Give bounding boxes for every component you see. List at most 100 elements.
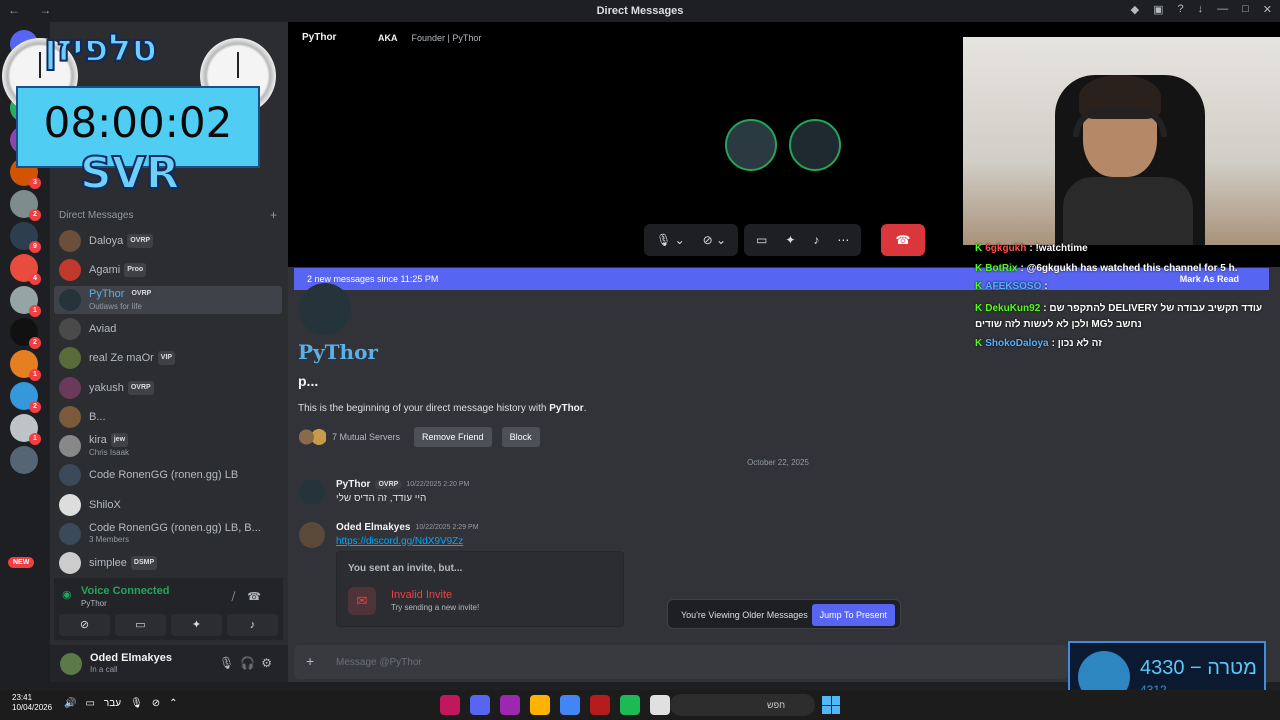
chat-text: : @6gkgukh has watched this channel for …	[1020, 263, 1238, 274]
participant-avatar[interactable]	[725, 119, 777, 171]
avatar[interactable]	[299, 479, 325, 505]
message-author[interactable]: PyThor	[336, 479, 370, 490]
microphone-icon[interactable]: 🎙 ⌄	[656, 233, 685, 247]
disconnect-button[interactable]: ☎	[881, 224, 925, 256]
dm-item[interactable]: real Ze maOr VIP	[54, 344, 282, 372]
server-icon[interactable]	[10, 446, 38, 474]
server-icon[interactable]: 4	[10, 254, 41, 285]
download-icon[interactable]: ↓	[1198, 3, 1204, 16]
remove-friend-button[interactable]: Remove Friend	[414, 427, 492, 447]
app-icon[interactable]	[590, 695, 610, 715]
dm-item[interactable]: Daloya OVRP	[54, 227, 282, 255]
dm-item[interactable]: PyThor OVRP Outlaws for life	[54, 285, 282, 314]
user-tag: OVRP	[127, 234, 154, 248]
mic-icon[interactable]: 🎙	[130, 698, 152, 709]
dm-item[interactable]: Aviad	[54, 315, 282, 343]
jump-to-present-button[interactable]: Jump To Present	[811, 604, 895, 626]
camera-button[interactable]: ⊘	[59, 614, 110, 636]
dm-name: Daloya OVRP	[89, 234, 154, 248]
screenshare-icon[interactable]: ▭	[756, 233, 767, 247]
taskbar-apps	[440, 695, 670, 715]
screenshare-button[interactable]: ▭	[115, 614, 166, 636]
server-icon[interactable]: 1	[10, 414, 41, 445]
server-icon[interactable]: 1	[10, 286, 41, 317]
chat-username: BotRix	[985, 263, 1018, 274]
create-dm-button[interactable]: +	[270, 208, 277, 222]
dm-item[interactable]: kira jew Chris Isaak	[54, 432, 282, 460]
mutual-servers[interactable]: 7 Mutual Servers	[332, 432, 400, 442]
server-icon[interactable]: 2	[10, 382, 41, 413]
system-clock[interactable]: 23:41 10/04/2026	[12, 693, 52, 713]
message-input[interactable]: Message @PyThor	[336, 657, 422, 668]
chat-text: ולכן לא לעשות לזה שודים MGנחשב ל	[975, 319, 1142, 330]
explorer-icon[interactable]	[650, 695, 670, 715]
attach-button[interactable]: +	[306, 653, 314, 669]
chrome-icon[interactable]	[560, 695, 580, 715]
user-tag: Proo	[124, 263, 147, 278]
invite-link[interactable]: https://discord.gg/NdX9V9Zz	[336, 536, 463, 547]
profile-avatar[interactable]	[299, 283, 351, 335]
spotify-icon[interactable]	[620, 695, 640, 715]
maximize-button[interactable]: □	[1242, 3, 1249, 16]
dm-item[interactable]: yakush OVRP	[54, 374, 282, 402]
taskbar-search[interactable]: חפש	[670, 694, 815, 716]
discord-icon[interactable]	[470, 695, 490, 715]
message-author[interactable]: Oded Elmakyes	[336, 522, 410, 533]
dm-item[interactable]: Agami Proo	[54, 256, 282, 284]
server-icon[interactable]: 9	[10, 222, 41, 253]
message-header: PyThor OVRP 10/22/2025 2:20 PM	[336, 479, 469, 490]
inbox-icon[interactable]: ▣	[1153, 3, 1163, 16]
display-icon[interactable]: ▭	[85, 698, 103, 709]
microphone-icon[interactable]: 🎙	[219, 656, 240, 670]
voice-actions: ⧸☎	[232, 590, 273, 604]
username[interactable]: Oded Elmakyes	[90, 652, 172, 664]
voice-status[interactable]: Voice Connected	[81, 585, 169, 597]
help-icon[interactable]: ?	[1178, 3, 1184, 16]
minimize-button[interactable]: —	[1217, 3, 1228, 16]
server-icon[interactable]: 1	[10, 350, 41, 381]
dm-name: Code RonenGG (ronen.gg) LB	[89, 469, 239, 482]
noise-suppression-icon[interactable]: ⧸	[232, 591, 248, 603]
ime-indicator[interactable]: עבר	[104, 698, 121, 709]
close-button[interactable]: ✕	[1263, 3, 1272, 16]
activities-icon[interactable]: ✦	[785, 233, 795, 247]
windows-start-icon[interactable]	[822, 696, 840, 714]
volume-icon[interactable]: 🔊	[64, 698, 85, 709]
dm-item[interactable]: B...	[54, 403, 282, 431]
soundboard-icon[interactable]: ♪	[813, 233, 819, 247]
server-icon[interactable]: 2	[10, 318, 41, 349]
avatar	[59, 347, 81, 370]
signal-icon[interactable]: ◉	[62, 588, 74, 601]
invite-header: You sent an invite, but...	[348, 563, 463, 574]
chevron-up-icon[interactable]: ⌃	[169, 698, 186, 709]
app-icon[interactable]	[440, 695, 460, 715]
disconnect-icon[interactable]: ☎	[247, 591, 273, 603]
dm-name: kira jew	[89, 433, 129, 448]
dm-item[interactable]: Code RonenGG (ronen.gg) LB, B... 3 Member…	[54, 520, 282, 548]
dm-item[interactable]: Code RonenGG (ronen.gg) LB	[54, 461, 282, 489]
activities-button[interactable]: ✦	[171, 614, 222, 636]
voice-channel[interactable]: PyThor	[81, 599, 107, 608]
dm-item[interactable]: simplee DSMP	[54, 549, 282, 577]
soundboard-button[interactable]: ♪	[227, 614, 278, 636]
invalid-invite-icon: ✉	[348, 587, 376, 615]
block-button[interactable]: Block	[501, 427, 540, 447]
headphones-icon[interactable]: 🎧	[240, 656, 261, 670]
dm-item[interactable]: ShiloX	[54, 491, 282, 519]
message-composer[interactable]: + Message @PyThor	[294, 645, 1068, 679]
app-icon[interactable]	[530, 695, 550, 715]
kick-icon: K	[975, 243, 983, 254]
participant-avatar[interactable]	[789, 119, 841, 171]
avatar[interactable]	[60, 653, 82, 675]
nitro-icon[interactable]: ◆	[1131, 3, 1139, 16]
dm-name: simplee DSMP	[89, 556, 158, 571]
avatar[interactable]	[299, 522, 325, 548]
user-tag: OVRP	[128, 286, 155, 301]
network-icon[interactable]: ⊘	[152, 698, 169, 709]
mention-badge: 1	[29, 305, 41, 317]
app-icon[interactable]	[500, 695, 520, 715]
dm-header: Direct Messages	[59, 210, 134, 221]
camera-off-icon[interactable]: ⊘ ⌄	[703, 233, 726, 247]
gear-icon[interactable]: ⚙	[261, 656, 278, 670]
more-icon[interactable]: ⋯	[837, 233, 849, 247]
